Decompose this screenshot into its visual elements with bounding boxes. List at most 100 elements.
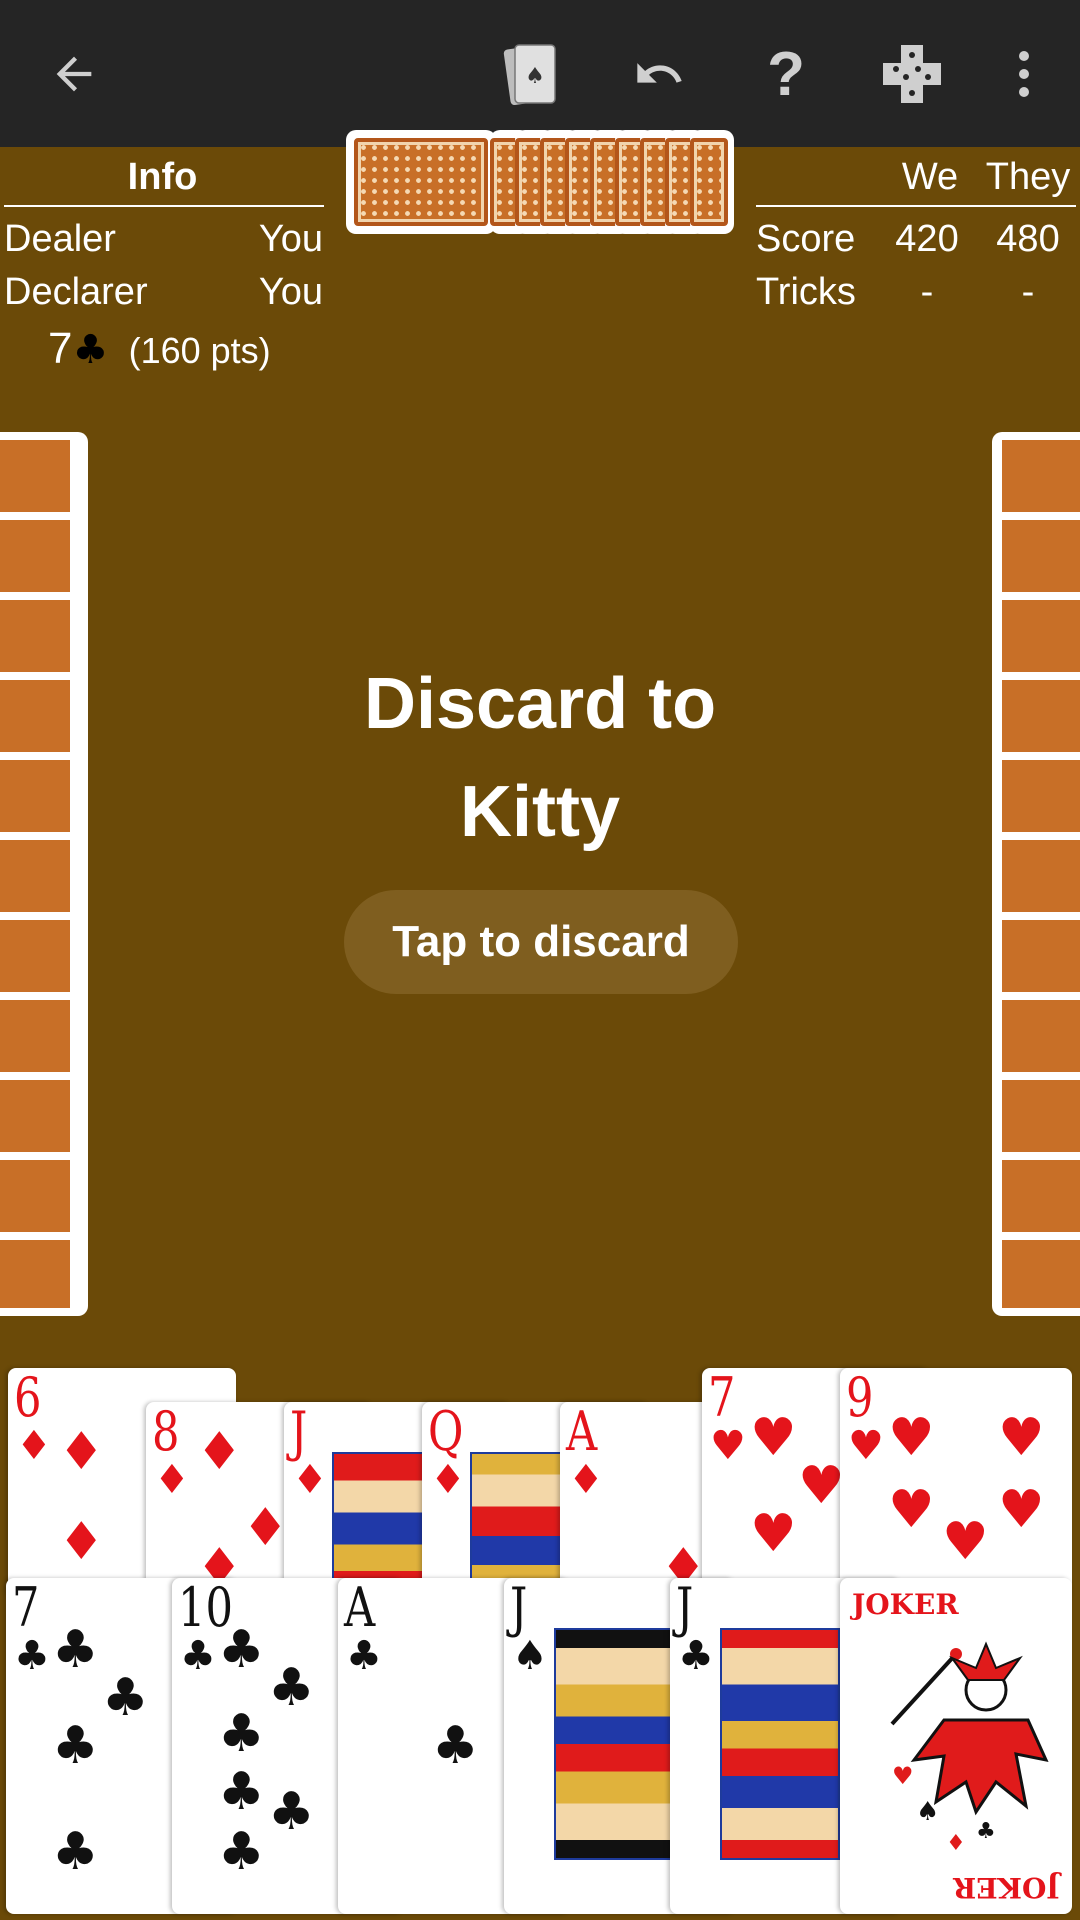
hand-card[interactable]: 9 ♥ ♥ ♥ ♥ ♥ ♥ (840, 1368, 1072, 1602)
club-icon: ♣ (346, 1633, 382, 1679)
diamond-icon: ♦ (292, 1457, 328, 1503)
club-icon: ♣ (180, 1633, 216, 1679)
card-rank: 8 (152, 1402, 180, 1463)
club-icon: ♣ (102, 1668, 149, 1728)
diamond-icon: ♦ (58, 1422, 105, 1482)
club-icon: ♣ (268, 1658, 315, 1718)
score-panel: We They Score 420 480 Tricks - - (752, 150, 1080, 320)
diamond-icon: ♦ (242, 1498, 289, 1558)
card-rank: J (510, 1578, 528, 1639)
we-header: We (901, 156, 959, 198)
card-back-stack (0, 440, 70, 1308)
score-they: 480 (996, 218, 1060, 260)
club-icon: ♣ (432, 1716, 479, 1776)
heart-icon: ♥ (998, 1408, 1045, 1468)
card-rank: 7 (12, 1578, 40, 1639)
undo-icon (637, 63, 682, 83)
svg-text:♥: ♥ (892, 1762, 914, 1790)
heart-icon: ♥ (998, 1480, 1045, 1540)
heart-icon: ♥ (942, 1512, 989, 1572)
undo-button[interactable] (615, 30, 703, 118)
puzzle-button[interactable] (868, 30, 956, 118)
heart-icon: ♥ (888, 1480, 935, 1540)
heart-icon: ♥ (750, 1408, 797, 1468)
svg-text:♠: ♠ (525, 64, 545, 89)
bid-rank: 7 (48, 324, 73, 373)
declarer-label: Declarer (4, 271, 148, 313)
svg-text:♣: ♣ (976, 1819, 996, 1844)
diamond-icon: ♦ (430, 1457, 466, 1503)
bid-points: (160 pts) (128, 330, 271, 371)
svg-text:♠: ♠ (916, 1797, 939, 1827)
right-opponent-hand (992, 432, 1080, 1316)
bid-display: 7♣ (160 pts) (48, 324, 271, 374)
club-icon: ♣ (14, 1633, 50, 1679)
tricks-we: - (920, 271, 934, 313)
score-divider (756, 205, 1076, 207)
club-icon: ♣ (218, 1620, 265, 1680)
card-rank: 7 (708, 1368, 736, 1429)
jack-of-clubs-face (720, 1628, 840, 1860)
club-icon: ♣ (678, 1633, 714, 1679)
tricks-label: Tricks (756, 271, 856, 313)
declarer-value: You (258, 271, 323, 313)
joker-label: JOKER (852, 1588, 959, 1621)
tap-to-discard-label: Tap to discard (392, 917, 690, 966)
puzzle-piece-icon (883, 45, 941, 103)
card-rank: J (290, 1402, 308, 1463)
club-icon: ♣ (72, 327, 109, 373)
card-rank: A (344, 1578, 376, 1639)
they-header: They (985, 156, 1071, 198)
card-rank: Q (428, 1402, 464, 1463)
diamond-icon: ♦ (154, 1457, 190, 1503)
card-back (690, 130, 734, 234)
heart-icon: ♥ (848, 1423, 884, 1469)
tap-to-discard-button[interactable]: Tap to discard (344, 890, 738, 994)
heart-icon: ♥ (888, 1408, 935, 1468)
info-title: Info (127, 156, 198, 198)
card-back-stack (1002, 440, 1080, 1308)
joker-label-inverted: JOKER (953, 1871, 1060, 1904)
jack-of-spades-face (554, 1628, 674, 1860)
club-icon: ♣ (52, 1716, 99, 1776)
diamond-icon: ♦ (58, 1512, 105, 1572)
heart-icon: ♥ (750, 1504, 797, 1564)
card-back (346, 130, 496, 234)
help-button[interactable]: ? (742, 30, 830, 118)
club-icon: ♣ (218, 1762, 265, 1822)
help-icon: ? (767, 39, 805, 109)
info-panel: Info Dealer You Declarer You 7♣ (160 pts… (0, 150, 325, 380)
heart-icon: ♥ (710, 1423, 746, 1469)
arrow-left-icon (56, 56, 92, 92)
diamond-icon: ♦ (196, 1422, 243, 1482)
deck-button[interactable]: ♠ (490, 30, 578, 118)
card-rank: 9 (846, 1368, 874, 1429)
card-back (0, 432, 88, 1316)
dealer-value: You (258, 218, 323, 260)
playing-cards-icon: ♠ (503, 44, 556, 105)
svg-text:♦: ♦ (946, 1831, 966, 1854)
score-we: 420 (895, 218, 959, 260)
card-back (992, 432, 1080, 1316)
back-button[interactable] (30, 30, 118, 118)
club-icon: ♣ (52, 1822, 99, 1882)
hand-card[interactable]: JOKER ♠ ♥ ♦ ♣ JOKER (840, 1578, 1072, 1914)
club-icon: ♣ (218, 1822, 265, 1882)
spade-icon: ♠ (512, 1633, 548, 1679)
center-message: Discard to Kitty (363, 664, 717, 852)
info-divider (4, 205, 324, 207)
more-vertical-icon (1019, 51, 1029, 97)
club-icon: ♣ (218, 1704, 265, 1764)
card-rank: 6 (14, 1368, 42, 1429)
joker-icon: ♠ ♥ ♦ ♣ (890, 1641, 1049, 1854)
club-icon: ♣ (52, 1620, 99, 1680)
more-button[interactable] (980, 30, 1068, 118)
diamond-icon: ♦ (16, 1423, 52, 1469)
heart-icon: ♥ (798, 1456, 845, 1516)
card-rank: J (676, 1578, 694, 1639)
dealer-label: Dealer (4, 218, 116, 260)
left-opponent-hand (0, 432, 88, 1316)
club-icon: ♣ (268, 1782, 315, 1842)
diamond-icon: ♦ (568, 1457, 604, 1503)
toolbar: ♠ ? (0, 0, 1080, 147)
